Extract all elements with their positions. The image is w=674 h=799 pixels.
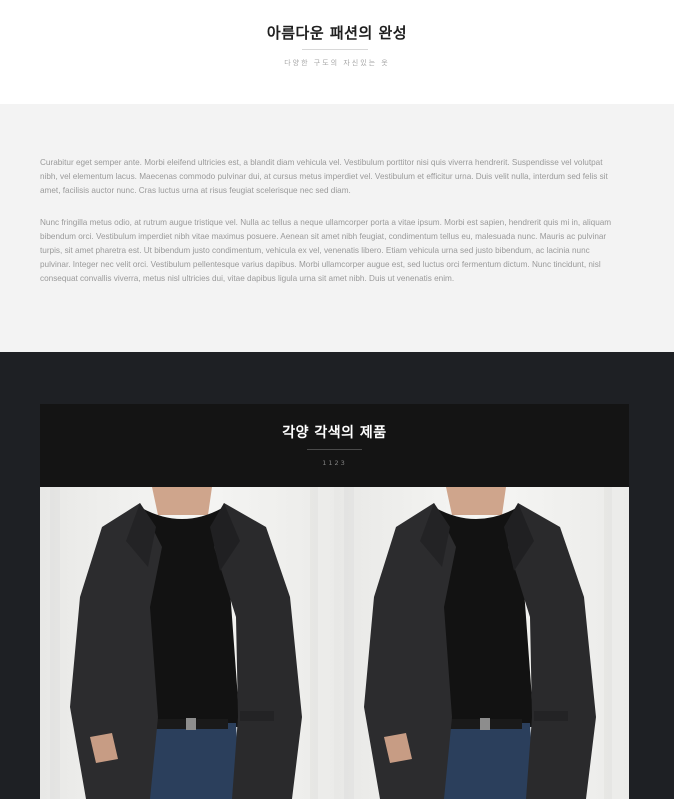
hero-section: 아름다운 패션의 완성 다양한 구도의 자신있는 옷 [0,0,674,104]
intro-text-section: Curabitur eget semper ante. Morbi eleife… [0,104,674,352]
model-black-blazer-illustration [334,487,629,799]
hero-subtitle: 다양한 구도의 자신있는 옷 [284,59,390,67]
hero-title: 아름다운 패션의 완성 [266,24,408,42]
model-black-blazer-illustration [40,487,335,799]
intro-paragraph-2: Nunc fringilla metus odio, at rutrum aug… [40,218,612,283]
product-photo-1[interactable] [40,487,335,799]
product-photo-2[interactable] [334,487,629,799]
products-subtitle: 1123 [322,459,347,467]
products-divider [307,449,362,450]
intro-paragraph-1: Curabitur eget semper ante. Morbi eleife… [40,158,608,195]
product-photo-row [40,487,629,799]
product-gallery: 각양 각색의 제품 1123 [40,404,629,799]
products-section: 각양 각색의 제품 1123 [0,352,674,799]
hero-divider [302,49,368,50]
products-title: 각양 각색의 제품 [282,425,387,441]
